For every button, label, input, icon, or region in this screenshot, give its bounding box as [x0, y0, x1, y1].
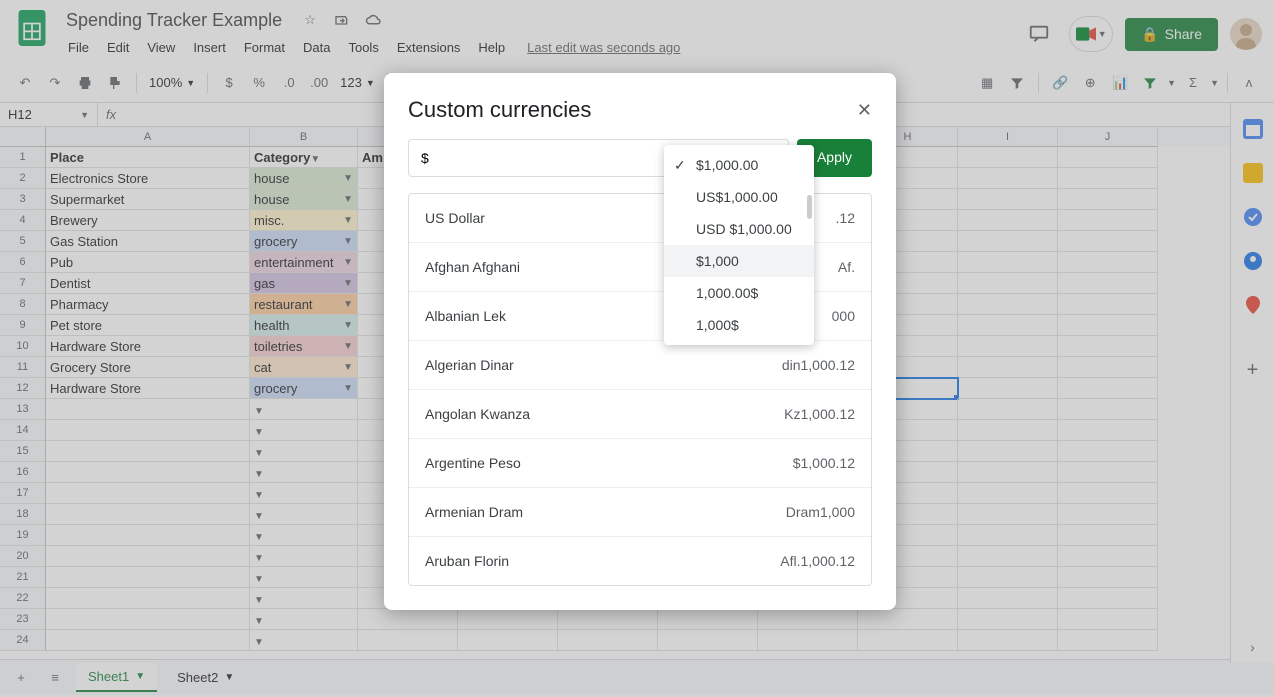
currency-example: $1,000.12	[793, 455, 855, 471]
currency-name: Angolan Kwanza	[425, 406, 530, 422]
custom-currencies-dialog: Custom currencies ✕ Apply US Dollar.12Af…	[384, 73, 896, 610]
currency-item[interactable]: Algerian Dinar din1,000.12	[409, 341, 871, 390]
format-option[interactable]: 1,000$	[664, 309, 814, 341]
close-icon[interactable]: ✕	[857, 100, 872, 121]
format-options-popover: $1,000.00 US$1,000.00 USD $1,000.00 $1,0…	[664, 145, 814, 345]
currency-example: Afl.1,000.12	[780, 553, 855, 569]
scrollbar-thumb[interactable]	[807, 195, 812, 219]
currency-name: Algerian Dinar	[425, 357, 514, 373]
currency-example: Dram1,000	[786, 504, 855, 520]
currency-example: 000	[832, 308, 855, 324]
currency-example: Af.	[838, 259, 855, 275]
format-option[interactable]: US$1,000.00	[664, 181, 814, 213]
currency-item[interactable]: Argentine Peso $1,000.12	[409, 439, 871, 488]
format-option[interactable]: USD $1,000.00	[664, 213, 814, 245]
dialog-title: Custom currencies	[408, 97, 591, 123]
currency-name: Armenian Dram	[425, 504, 523, 520]
currency-example: .12	[836, 210, 855, 226]
currency-name: Albanian Lek	[425, 308, 506, 324]
format-option[interactable]: $1,000.00	[664, 149, 814, 181]
currency-name: US Dollar	[425, 210, 485, 226]
currency-name: Aruban Florin	[425, 553, 509, 569]
currency-item[interactable]: Armenian Dram Dram1,000	[409, 488, 871, 537]
currency-example: Kz1,000.12	[784, 406, 855, 422]
format-option[interactable]: 1,000.00$	[664, 277, 814, 309]
currency-item[interactable]: Aruban Florin Afl.1,000.12	[409, 537, 871, 585]
format-option[interactable]: $1,000	[664, 245, 814, 277]
currency-item[interactable]: Angolan Kwanza Kz1,000.12	[409, 390, 871, 439]
currency-example: din1,000.12	[782, 357, 855, 373]
currency-name: Afghan Afghani	[425, 259, 520, 275]
currency-name: Argentine Peso	[425, 455, 521, 471]
